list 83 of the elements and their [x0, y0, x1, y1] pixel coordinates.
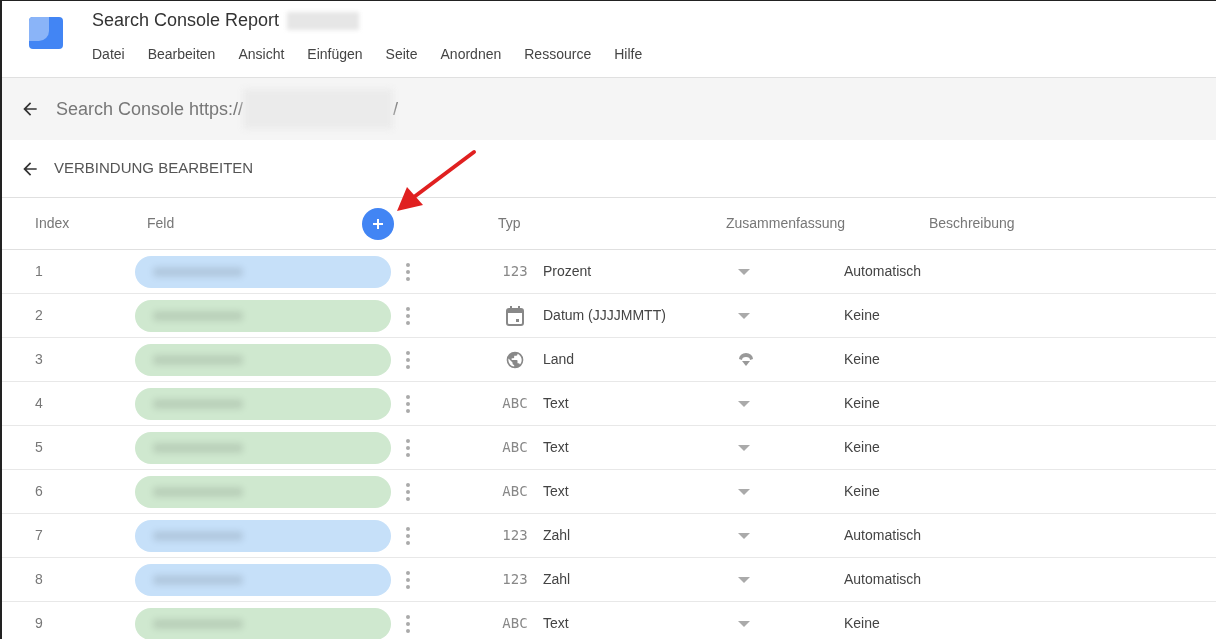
type-label[interactable]: Text	[541, 613, 736, 634]
caret-icon[interactable]	[738, 488, 750, 495]
type-label[interactable]: Zahl	[541, 525, 736, 546]
field-chip[interactable]	[135, 387, 391, 420]
menu-item[interactable]: Datei	[92, 44, 125, 65]
index-cell-text: 4	[34, 394, 44, 413]
geo-caret-icon[interactable]	[738, 352, 754, 367]
index-cell-text: 7	[34, 526, 44, 545]
summary-cell[interactable]: Keine	[844, 481, 880, 502]
more-options-icon[interactable]	[406, 394, 410, 413]
column-header: Feld	[147, 214, 176, 233]
column-header: Index	[34, 214, 71, 233]
type-glyph: 123	[502, 262, 528, 281]
type-label[interactable]: Datum (JJJJMMTT)	[541, 305, 736, 326]
caret-icon[interactable]	[738, 576, 750, 583]
menu-item[interactable]: Hilfe	[614, 44, 643, 65]
index-cell-text: 8	[34, 570, 44, 589]
index-cell-text: 5	[34, 438, 44, 457]
summary-cell[interactable]: Keine	[844, 393, 880, 414]
field-chip[interactable]	[135, 563, 391, 596]
field-chip[interactable]	[135, 343, 391, 376]
menu-item[interactable]: Seite	[385, 44, 418, 65]
source-label: Search Console https://	[56, 97, 244, 121]
menu-item[interactable]: Anordnen	[440, 44, 502, 65]
field-chip[interactable]	[135, 519, 391, 552]
add-field-button[interactable]	[362, 207, 394, 240]
more-options-icon[interactable]	[406, 482, 410, 501]
type-glyph: ABC	[502, 614, 528, 633]
summary-cell[interactable]: Keine	[844, 349, 880, 370]
column-header: Beschreibung	[929, 214, 1015, 233]
menu-item[interactable]: Einfügen	[307, 44, 363, 65]
type-glyph: ABC	[502, 394, 528, 413]
summary-cell[interactable]: Automatisch	[844, 261, 922, 282]
index-cell-text: 3	[34, 350, 44, 369]
type-glyph: 123	[502, 526, 528, 545]
type-label[interactable]: Zahl	[541, 569, 736, 590]
menu-item[interactable]: Bearbeiten	[147, 44, 216, 65]
caret-icon[interactable]	[738, 400, 750, 407]
more-options-icon[interactable]	[406, 614, 410, 633]
calendar-icon	[505, 304, 525, 327]
summary-cell[interactable]: Automatisch	[844, 569, 922, 590]
summary-cell[interactable]: Keine	[844, 305, 880, 326]
caret-icon[interactable]	[738, 444, 750, 451]
index-cell-text: 2	[34, 306, 44, 325]
more-options-icon[interactable]	[406, 438, 410, 457]
field-chip[interactable]	[135, 475, 391, 508]
plus-icon	[373, 218, 383, 229]
field-chip[interactable]	[135, 431, 391, 464]
summary-cell[interactable]: Automatisch	[844, 525, 922, 546]
app-logo-icon	[29, 15, 65, 51]
caret-icon[interactable]	[738, 532, 750, 539]
type-label[interactable]: Prozent	[541, 261, 736, 282]
summary-cell[interactable]: Keine	[844, 613, 880, 634]
menu-item[interactable]: Ansicht	[238, 44, 285, 65]
type-label[interactable]: Text	[541, 481, 736, 502]
section-title: VERBINDUNG BEARBEITEN	[54, 158, 254, 179]
field-chip[interactable]	[135, 299, 391, 332]
type-glyph: ABC	[502, 438, 528, 457]
type-label[interactable]: Text	[541, 437, 736, 458]
type-label[interactable]: Text	[541, 393, 736, 414]
field-chip[interactable]	[135, 607, 391, 639]
column-header: Zusammenfassung	[726, 214, 847, 233]
report-title: Search Console Report	[92, 9, 280, 32]
more-options-icon[interactable]	[406, 350, 410, 369]
more-options-icon[interactable]	[406, 570, 410, 589]
type-label[interactable]: Land	[541, 349, 736, 370]
field-chip[interactable]	[135, 255, 391, 288]
caret-icon[interactable]	[738, 620, 750, 627]
source-suffix: /	[393, 97, 399, 121]
globe-icon	[505, 349, 525, 370]
type-glyph: 123	[502, 570, 528, 589]
index-cell-text: 9	[34, 614, 44, 633]
more-options-icon[interactable]	[406, 306, 410, 325]
column-header: Typ	[497, 214, 522, 233]
menu-item[interactable]: Ressource	[524, 44, 592, 65]
caret-icon[interactable]	[738, 268, 750, 275]
index-cell-text: 1	[34, 262, 44, 281]
type-glyph: ABC	[502, 482, 528, 501]
summary-cell[interactable]: Keine	[844, 437, 880, 458]
index-cell-text: 6	[34, 482, 44, 501]
more-options-icon[interactable]	[406, 262, 410, 281]
caret-icon[interactable]	[738, 312, 750, 319]
more-options-icon[interactable]	[406, 526, 410, 545]
